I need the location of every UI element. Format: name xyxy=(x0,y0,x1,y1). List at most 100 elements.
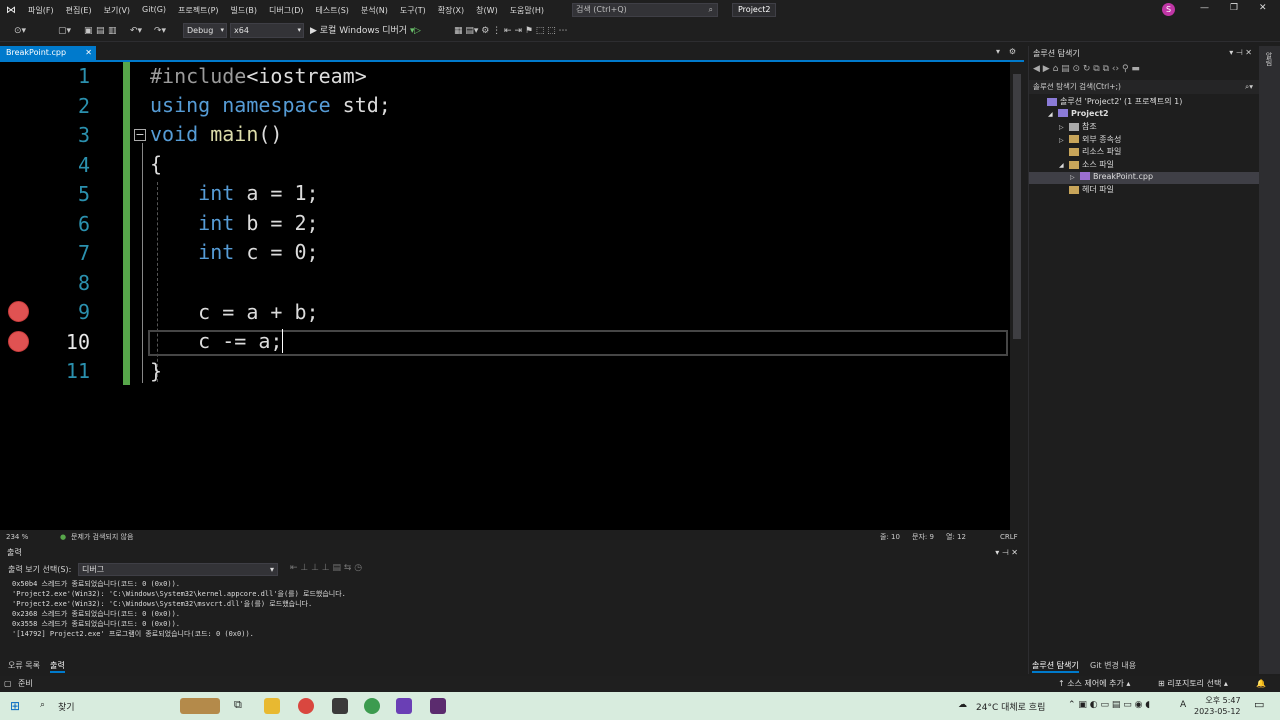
tab-breakpoint-cpp[interactable]: BreakPoint.cpp ✕ xyxy=(0,46,96,60)
task-view-icon[interactable]: ⧉ xyxy=(234,698,242,712)
tree-item[interactable]: ◢ 소스 파일 xyxy=(1059,159,1114,170)
line-number-status[interactable]: 줄: 10 xyxy=(880,530,900,544)
menu-item[interactable]: 프로젝트(P) xyxy=(172,5,225,16)
menu-item[interactable]: 분석(N) xyxy=(355,5,394,16)
menu-item[interactable]: 창(W) xyxy=(470,5,504,16)
restore-icon[interactable]: ❐ xyxy=(1230,3,1238,13)
collapse-toggle-icon[interactable]: − xyxy=(134,129,146,141)
weather-text[interactable]: 24°C 대체로 흐림 xyxy=(976,700,1045,713)
vs-logo-icon[interactable]: ⋈ xyxy=(0,5,22,16)
menu-item[interactable]: 도구(T) xyxy=(394,5,432,16)
new-project-icon[interactable]: ▢▾ xyxy=(58,24,71,38)
undo-icon[interactable]: ↶▾ xyxy=(130,24,142,38)
panel-controls-icon[interactable]: ▾ ⊣ ✕ xyxy=(995,546,1018,560)
notification-bell-icon[interactable]: 🔔 xyxy=(1256,676,1266,692)
menu-item[interactable]: 디버그(D) xyxy=(263,5,309,16)
vertical-scrollbar[interactable] xyxy=(1010,62,1024,530)
expand-arrow-icon[interactable]: ▷ xyxy=(1059,137,1069,144)
tab-solution-explorer[interactable]: 솔루션 탐색기 xyxy=(1032,660,1079,673)
breakpoint-icon[interactable] xyxy=(8,331,29,352)
zoom-level[interactable]: 234 % xyxy=(6,530,28,544)
input-language[interactable]: A xyxy=(1180,700,1186,710)
tree-item-label: 참조 xyxy=(1082,122,1097,132)
chrome-icon[interactable] xyxy=(364,698,380,714)
tree-item[interactable]: 헤더 파일 xyxy=(1059,184,1114,195)
breakpoint-icon[interactable] xyxy=(8,301,29,322)
eol-status[interactable]: CRLF xyxy=(1000,530,1018,544)
panel-controls-icon[interactable]: ▾ ⊣ ✕ xyxy=(1229,48,1252,57)
windows-start-icon[interactable]: ⊞ xyxy=(10,699,20,713)
tab-dropdown-icon[interactable]: ▾ xyxy=(996,47,1000,56)
app-icon[interactable] xyxy=(332,698,348,714)
tab-output[interactable]: 출력 xyxy=(50,660,65,673)
tree-item-label: 솔루션 'Project2' (1 프로젝트의 1) xyxy=(1060,97,1183,106)
tree-item[interactable]: 솔루션 'Project2' (1 프로젝트의 1) xyxy=(1037,96,1182,107)
expand-arrow-icon[interactable]: ▷ xyxy=(1070,174,1080,181)
close-icon[interactable]: ✕ xyxy=(1259,3,1267,13)
save-icon[interactable]: ▤ xyxy=(96,24,105,38)
output-tools-icon[interactable]: ⇤ ⊥ ⊥ ⊥ ▤ ⇆ ◷ xyxy=(290,563,362,573)
console-icon[interactable] xyxy=(430,698,446,714)
line-number: 7 xyxy=(77,241,90,265)
tree-item[interactable]: 리소스 파일 xyxy=(1059,146,1121,157)
file-explorer-icon[interactable] xyxy=(264,698,280,714)
notification-icon[interactable]: ▭ xyxy=(1254,698,1264,711)
search-icon[interactable]: ⌕ xyxy=(40,700,45,710)
start-debug-button[interactable]: ▶ 로컬 Windows 디버거 ▾ xyxy=(310,24,414,38)
expand-arrow-icon[interactable]: ▷ xyxy=(1059,124,1069,131)
search-icon: ⌕ xyxy=(708,5,713,14)
save-all-icon[interactable]: ▥ xyxy=(108,24,117,38)
tray-icons[interactable]: ⌃ ▣ ◐ ▭ ▤ ▭ ◉ ◖ xyxy=(1068,700,1150,710)
tree-item[interactable]: ▷ 참조 xyxy=(1059,121,1097,132)
code-editor[interactable]: 1 2 3 4 5 6 7 8 9 10 11 − #include<iostream> using… xyxy=(0,62,1024,530)
add-source-control-button[interactable]: ↑ 소스 제어에 추가 ▴ xyxy=(1058,676,1130,692)
taskbar-app-icon[interactable] xyxy=(180,698,220,714)
tree-item[interactable]: ◢ Project2 xyxy=(1048,109,1109,118)
notifications-strip[interactable]: 알림 xyxy=(1259,46,1280,674)
tree-item-label: 헤더 파일 xyxy=(1082,185,1114,195)
col-status: 열: 12 xyxy=(946,533,966,541)
menu-item[interactable]: 확장(X) xyxy=(432,5,470,16)
scrollbar-thumb[interactable] xyxy=(1013,74,1021,339)
tree-item[interactable]: ▷ 외부 종속성 xyxy=(1059,134,1121,145)
menu-item[interactable]: 편집(E) xyxy=(60,5,98,16)
menu-item[interactable]: 빌드(B) xyxy=(225,5,263,16)
platform-select[interactable]: x64 ▾ xyxy=(230,23,304,38)
redo-icon[interactable]: ↷▾ xyxy=(154,24,166,38)
settings-icon[interactable]: ⚙ xyxy=(1009,47,1016,56)
tab-error-list[interactable]: 오류 목록 xyxy=(8,660,40,671)
nav-back-icon[interactable]: ⊙▾ xyxy=(14,24,26,38)
avatar[interactable]: S xyxy=(1162,3,1175,16)
clock-date[interactable]: 2023-05-12 xyxy=(1194,707,1241,716)
chrome-icon[interactable] xyxy=(298,698,314,714)
tab-close-icon[interactable]: ✕ xyxy=(85,46,92,60)
menu-item[interactable]: Git(G) xyxy=(136,5,172,16)
menu-item[interactable]: 테스트(S) xyxy=(310,5,355,16)
menu-item[interactable]: 파일(F) xyxy=(22,5,60,16)
menu-item[interactable]: 보기(V) xyxy=(98,5,136,16)
tree-item-label: 외부 종속성 xyxy=(1082,134,1122,144)
minimize-icon[interactable]: — xyxy=(1200,3,1209,13)
open-icon[interactable]: ▣ xyxy=(84,24,93,38)
solution-search-input[interactable]: 솔루션 탐색기 검색(Ctrl+;) ⌕▾ xyxy=(1029,80,1259,94)
menu-item[interactable]: 도움말(H) xyxy=(504,5,550,16)
visual-studio-icon[interactable] xyxy=(396,698,412,714)
tab-git-changes[interactable]: Git 변경 내용 xyxy=(1090,660,1136,671)
output-line: 0x50b4 스레드가 종료되었습니다(코드: 0 (0x0)). xyxy=(12,580,181,588)
code-line: } xyxy=(150,359,163,383)
start-without-debug-icon[interactable]: ▷ xyxy=(414,24,421,38)
issues-status[interactable]: 문제가 검색되지 않음 xyxy=(71,530,133,544)
tree-item[interactable]: ▷ BreakPoint.cpp xyxy=(1070,172,1153,181)
search-input[interactable]: 검색 (Ctrl+Q) ⌕ xyxy=(572,3,718,17)
toolbar-tools-icon[interactable]: ▦ ▤▾ ⚙ ⋮ ⇤ ⇥ ⚑ ⬚ ⬚ ⋯ xyxy=(454,24,568,38)
taskbar-search[interactable]: 찾기 xyxy=(58,700,75,713)
expand-arrow-icon[interactable]: ◢ xyxy=(1059,162,1069,169)
expand-arrow-icon[interactable]: ◢ xyxy=(1048,111,1058,118)
line-number: 2 xyxy=(77,93,90,118)
output-source-select[interactable]: 디버그 ▾ xyxy=(78,563,278,576)
clock-time[interactable]: 오후 5:47 xyxy=(1200,695,1246,706)
output-text[interactable]: 0x50b4 스레드가 종료되었습니다(코드: 0 (0x0)). 'Projec… xyxy=(12,579,346,639)
config-select[interactable]: Debug ▾ xyxy=(183,23,227,38)
se-toolbar-icon[interactable]: ◀ ▶ ⌂ ▤ ⊙ ↻ ⧉ ⧉ ‹› ⚲ ▬ xyxy=(1033,64,1140,74)
select-repository-button[interactable]: ⊞ 리포지토리 선택 ▴ xyxy=(1158,676,1228,692)
